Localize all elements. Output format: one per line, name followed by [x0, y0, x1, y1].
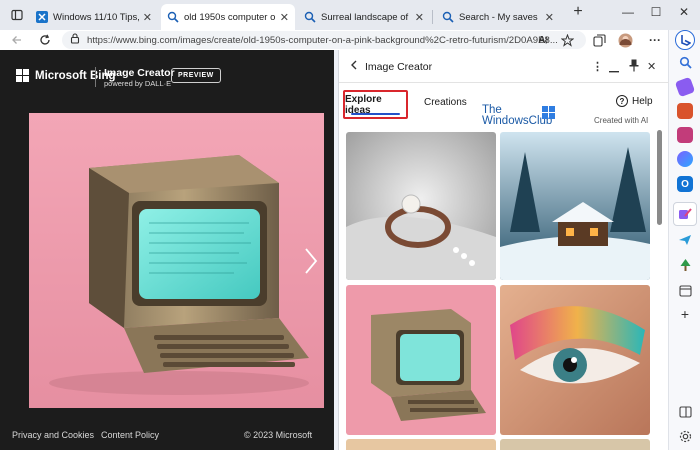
search-icon[interactable] [677, 54, 693, 70]
divider [95, 67, 96, 87]
idea-tile-snow-cabin[interactable] [500, 132, 650, 280]
close-tab-icon[interactable]: ✕ [143, 11, 152, 24]
help-button[interactable]: ? Help [616, 95, 653, 107]
bing-image-viewer: Microsoft Bing Image Creator powered by … [0, 50, 334, 450]
tab-image-creator[interactable]: old 1950s computer on a pink ✕ [161, 4, 295, 30]
help-icon: ? [616, 95, 628, 107]
tab-actions-icon[interactable] [8, 6, 26, 24]
address-bar[interactable]: https://www.bing.com/images/create/old-1… [62, 31, 586, 49]
read-aloud-icon[interactable]: A) [534, 30, 552, 50]
calendar-icon[interactable] [677, 282, 693, 298]
navigation-bar: https://www.bing.com/images/create/old-1… [0, 30, 700, 50]
outlook-icon[interactable]: O [677, 176, 693, 192]
briefcase-icon[interactable] [677, 103, 693, 119]
more-options-icon[interactable]: ··· [646, 30, 664, 50]
refresh-icon[interactable] [36, 30, 54, 50]
generated-computer-image[interactable] [29, 113, 324, 408]
idea-tile-partial[interactable] [500, 439, 650, 450]
favorite-star-icon[interactable] [558, 30, 576, 50]
tag-icon[interactable] [674, 76, 696, 98]
panel-title: Image Creator [365, 61, 433, 73]
tab-windowsclub[interactable]: Windows 11/10 Tips, Tricks, He ✕ [30, 4, 158, 30]
collections-icon[interactable] [590, 30, 608, 50]
idea-tile-retro-computer[interactable] [346, 285, 496, 435]
microsoft-bing-logo[interactable]: Microsoft Bing [16, 69, 116, 82]
close-tab-icon[interactable]: ✕ [415, 11, 424, 24]
scrollbar-thumb[interactable] [657, 130, 662, 225]
close-tab-icon[interactable]: ✕ [280, 11, 289, 24]
image-creator-title: Image Creator [104, 67, 175, 79]
image-creator-panel: Image Creator ⋮ ✕ Explore ideas Creation… [338, 50, 669, 450]
windowsclub-favicon [36, 11, 48, 23]
tab-title: Surreal landscape of a man w [321, 11, 411, 23]
games-icon[interactable] [677, 127, 693, 143]
tab-strip: Windows 11/10 Tips, Tricks, He ✕ old 195… [0, 0, 700, 30]
tab-title: Windows 11/10 Tips, Tricks, He [53, 11, 139, 23]
next-image-chevron-icon[interactable] [303, 247, 319, 282]
microsoft365-icon[interactable] [677, 151, 693, 167]
send-icon[interactable] [677, 232, 693, 248]
pin-icon[interactable] [629, 59, 639, 75]
new-tab-button[interactable]: + [569, 3, 587, 21]
tab-title: Search - My saves [459, 11, 538, 23]
tab-divider [432, 10, 433, 24]
copyright-text: © 2023 Microsoft [244, 430, 313, 440]
panel-close-icon[interactable]: ✕ [647, 60, 656, 73]
tab-creations[interactable]: Creations [424, 97, 467, 108]
panel-divider [339, 82, 669, 83]
split-screen-icon[interactable] [677, 404, 693, 420]
panel-minimize-icon[interactable] [609, 64, 619, 76]
edge-sidebar: O + [668, 30, 700, 450]
search-favicon [304, 11, 316, 23]
active-tab-underline [351, 113, 400, 115]
created-with-ai-label: Created with AI [594, 116, 649, 125]
idea-tile-eye-makeup[interactable] [500, 285, 650, 435]
close-tab-icon[interactable]: ✕ [545, 11, 554, 24]
search-favicon [442, 11, 454, 23]
lock-icon[interactable] [70, 33, 80, 47]
panel-scrollbar[interactable] [657, 120, 662, 450]
image-creator-icon[interactable] [673, 202, 697, 226]
tab-explore-ideas[interactable]: Explore ideas [343, 90, 408, 119]
add-icon[interactable]: + [677, 306, 693, 322]
privacy-link[interactable]: Privacy and Cookies [12, 430, 94, 440]
close-window-button[interactable]: ✕ [675, 5, 693, 19]
idea-tile-ring[interactable] [346, 132, 496, 280]
tab-surreal-landscape[interactable]: Surreal landscape of a man w ✕ [298, 4, 430, 30]
maximize-button[interactable]: ☐ [647, 5, 665, 19]
tab-my-saves[interactable]: Search - My saves ✕ [436, 4, 560, 30]
copilot-icon[interactable] [675, 30, 695, 50]
tab-title: old 1950s computer on a pink [184, 11, 276, 23]
address-url: https://www.bing.com/images/create/old-1… [87, 34, 558, 46]
back-icon[interactable] [8, 30, 26, 50]
content-policy-link[interactable]: Content Policy [101, 430, 159, 440]
settings-icon[interactable] [677, 428, 693, 444]
back-chevron-icon[interactable] [349, 59, 359, 74]
search-favicon [167, 11, 179, 23]
tree-icon[interactable] [677, 257, 693, 273]
help-label: Help [632, 95, 653, 107]
panel-more-icon[interactable]: ⋮ [592, 60, 603, 73]
image-creator-subtitle: powered by DALL·E [104, 79, 172, 88]
microsoft-logo-icon [16, 69, 29, 82]
minimize-button[interactable]: — [619, 5, 637, 19]
windowsclub-logo-icon [542, 106, 555, 119]
profile-avatar[interactable] [616, 30, 634, 50]
preview-badge: PREVIEW [171, 68, 221, 83]
idea-tile-partial[interactable] [346, 439, 496, 450]
